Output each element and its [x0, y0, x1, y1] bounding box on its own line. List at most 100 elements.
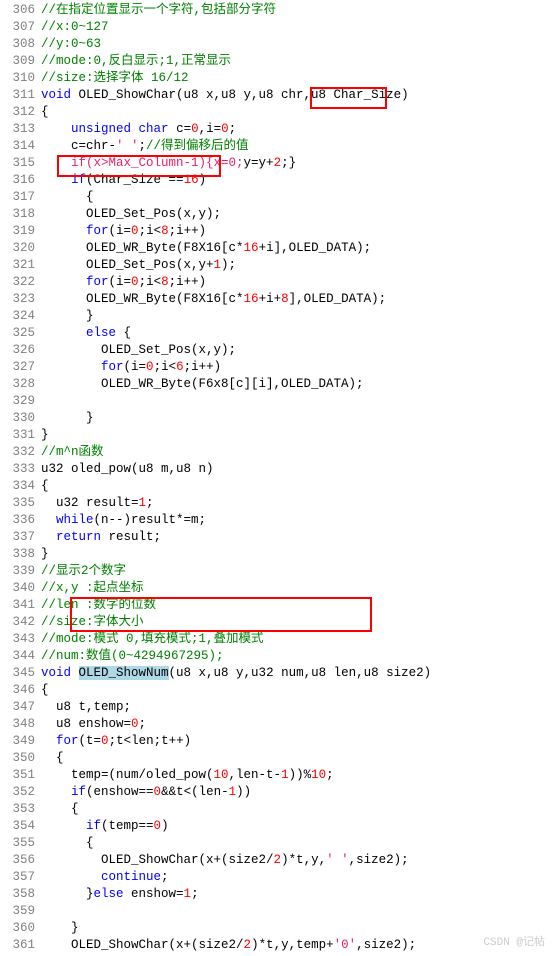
code-content[interactable]: //mode:0,反白显示;1,正常显示 [41, 53, 553, 70]
code-content[interactable]: if(Char_Size ==16) [41, 172, 553, 189]
code-line[interactable]: 340//x,y :起点坐标 [0, 580, 553, 597]
code-line[interactable]: 346{ [0, 682, 553, 699]
code-content[interactable]: if(x>Max_Column-1){x=0;y=y+2;} [41, 155, 553, 172]
code-content[interactable]: temp=(num/oled_pow(10,len-t-1))%10; [41, 767, 553, 784]
code-content[interactable]: OLED_WR_Byte(F8X16[c*16+i],OLED_DATA); [41, 240, 553, 257]
code-content[interactable]: OLED_Set_Pos(x,y+1); [41, 257, 553, 274]
code-line[interactable]: 321 OLED_Set_Pos(x,y+1); [0, 257, 553, 274]
code-line[interactable]: 307//x:0~127 [0, 19, 553, 36]
code-content[interactable]: //len :数字的位数 [41, 597, 553, 614]
code-line[interactable]: 345void OLED_ShowNum(u8 x,u8 y,u32 num,u… [0, 665, 553, 682]
code-line[interactable]: 320 OLED_WR_Byte(F8X16[c*16+i],OLED_DATA… [0, 240, 553, 257]
code-line[interactable]: 350 { [0, 750, 553, 767]
code-line[interactable]: 330 } [0, 410, 553, 427]
code-content[interactable]: OLED_ShowChar(x+(size2/2)*t,y,' ',size2)… [41, 852, 553, 869]
code-content[interactable]: //x:0~127 [41, 19, 553, 36]
code-line[interactable]: 341//len :数字的位数 [0, 597, 553, 614]
code-content[interactable]: } [41, 308, 553, 325]
code-content[interactable]: { [41, 682, 553, 699]
code-content[interactable]: u8 enshow=0; [41, 716, 553, 733]
code-line[interactable]: 343//mode:模式 0,填充模式;1,叠加模式 [0, 631, 553, 648]
code-line[interactable]: 328 OLED_WR_Byte(F6x8[c][i],OLED_DATA); [0, 376, 553, 393]
code-line[interactable]: 355 { [0, 835, 553, 852]
code-line[interactable]: 332//m^n函数 [0, 444, 553, 461]
code-content[interactable]: for(i=0;i<8;i++) [41, 223, 553, 240]
code-content[interactable]: u32 result=1; [41, 495, 553, 512]
code-line[interactable]: 312{ [0, 104, 553, 121]
code-line[interactable]: 314 c=chr-' ';//得到偏移后的值 [0, 138, 553, 155]
code-content[interactable]: if(enshow==0&&t<(len-1)) [41, 784, 553, 801]
code-content[interactable]: { [41, 189, 553, 206]
code-line[interactable]: 322 for(i=0;i<8;i++) [0, 274, 553, 291]
code-line[interactable]: 336 while(n--)result*=m; [0, 512, 553, 529]
code-content[interactable]: while(n--)result*=m; [41, 512, 553, 529]
code-line[interactable]: 309//mode:0,反白显示;1,正常显示 [0, 53, 553, 70]
code-content[interactable]: OLED_Set_Pos(x,y); [41, 206, 553, 223]
code-line[interactable]: 351 temp=(num/oled_pow(10,len-t-1))%10; [0, 767, 553, 784]
code-content[interactable]: for(i=0;i<8;i++) [41, 274, 553, 291]
code-content[interactable]: { [41, 835, 553, 852]
code-content[interactable]: { [41, 750, 553, 767]
code-content[interactable] [41, 393, 553, 410]
code-line[interactable]: 316 if(Char_Size ==16) [0, 172, 553, 189]
code-line[interactable]: 324 } [0, 308, 553, 325]
code-line[interactable]: 339//显示2个数字 [0, 563, 553, 580]
code-line[interactable]: 337 return result; [0, 529, 553, 546]
code-content[interactable]: else { [41, 325, 553, 342]
code-content[interactable]: //在指定位置显示一个字符,包括部分字符 [41, 2, 553, 19]
code-content[interactable]: for(i=0;i<6;i++) [41, 359, 553, 376]
code-content[interactable]: unsigned char c=0,i=0; [41, 121, 553, 138]
code-line[interactable]: 356 OLED_ShowChar(x+(size2/2)*t,y,' ',si… [0, 852, 553, 869]
code-content[interactable]: return result; [41, 529, 553, 546]
code-line[interactable]: 306//在指定位置显示一个字符,包括部分字符 [0, 2, 553, 19]
code-line[interactable]: 335 u32 result=1; [0, 495, 553, 512]
code-content[interactable]: //x,y :起点坐标 [41, 580, 553, 597]
code-line[interactable]: 338} [0, 546, 553, 563]
code-content[interactable]: void OLED_ShowNum(u8 x,u8 y,u32 num,u8 l… [41, 665, 553, 682]
code-line[interactable]: 315 if(x>Max_Column-1){x=0;y=y+2;} [0, 155, 553, 172]
code-line[interactable]: 357 continue; [0, 869, 553, 886]
code-line[interactable]: 313 unsigned char c=0,i=0; [0, 121, 553, 138]
code-line[interactable]: 349 for(t=0;t<len;t++) [0, 733, 553, 750]
code-content[interactable]: //num:数值(0~4294967295); [41, 648, 553, 665]
code-content[interactable]: //mode:模式 0,填充模式;1,叠加模式 [41, 631, 553, 648]
code-line[interactable]: 360 } [0, 920, 553, 937]
code-line[interactable]: 325 else { [0, 325, 553, 342]
code-content[interactable]: continue; [41, 869, 553, 886]
code-line[interactable]: 359 [0, 903, 553, 920]
code-line[interactable]: 310//size:选择字体 16/12 [0, 70, 553, 87]
code-content[interactable]: { [41, 478, 553, 495]
code-content[interactable]: //size:字体大小 [41, 614, 553, 631]
code-content[interactable]: u32 oled_pow(u8 m,u8 n) [41, 461, 553, 478]
code-content[interactable]: c=chr-' ';//得到偏移后的值 [41, 138, 553, 155]
code-content[interactable]: //m^n函数 [41, 444, 553, 461]
code-content[interactable]: //显示2个数字 [41, 563, 553, 580]
code-content[interactable]: }else enshow=1; [41, 886, 553, 903]
code-content[interactable]: //size:选择字体 16/12 [41, 70, 553, 87]
code-content[interactable]: for(t=0;t<len;t++) [41, 733, 553, 750]
code-line[interactable]: 311void OLED_ShowChar(u8 x,u8 y,u8 chr,u… [0, 87, 553, 104]
code-content[interactable] [41, 903, 553, 920]
code-content[interactable]: { [41, 801, 553, 818]
code-line[interactable]: 353 { [0, 801, 553, 818]
code-content[interactable]: //y:0~63 [41, 36, 553, 53]
code-line[interactable]: 319 for(i=0;i<8;i++) [0, 223, 553, 240]
code-line[interactable]: 333u32 oled_pow(u8 m,u8 n) [0, 461, 553, 478]
code-content[interactable]: u8 t,temp; [41, 699, 553, 716]
code-content[interactable]: } [41, 920, 553, 937]
code-content[interactable]: OLED_ShowChar(x+(size2/2)*t,y,temp+'0',s… [41, 937, 553, 954]
code-line[interactable]: 327 for(i=0;i<6;i++) [0, 359, 553, 376]
code-line[interactable]: 361 OLED_ShowChar(x+(size2/2)*t,y,temp+'… [0, 937, 553, 954]
code-line[interactable]: 308//y:0~63 [0, 36, 553, 53]
code-content[interactable]: if(temp==0) [41, 818, 553, 835]
code-content[interactable]: OLED_WR_Byte(F8X16[c*16+i+8],OLED_DATA); [41, 291, 553, 308]
code-content[interactable]: void OLED_ShowChar(u8 x,u8 y,u8 chr,u8 C… [41, 87, 553, 104]
code-line[interactable]: 329 [0, 393, 553, 410]
code-line[interactable]: 317 { [0, 189, 553, 206]
code-line[interactable]: 318 OLED_Set_Pos(x,y); [0, 206, 553, 223]
code-content[interactable]: } [41, 546, 553, 563]
code-editor[interactable]: 306//在指定位置显示一个字符,包括部分字符307//x:0~127308//… [0, 0, 553, 956]
code-line[interactable]: 331} [0, 427, 553, 444]
code-content[interactable]: } [41, 410, 553, 427]
code-line[interactable]: 347 u8 t,temp; [0, 699, 553, 716]
